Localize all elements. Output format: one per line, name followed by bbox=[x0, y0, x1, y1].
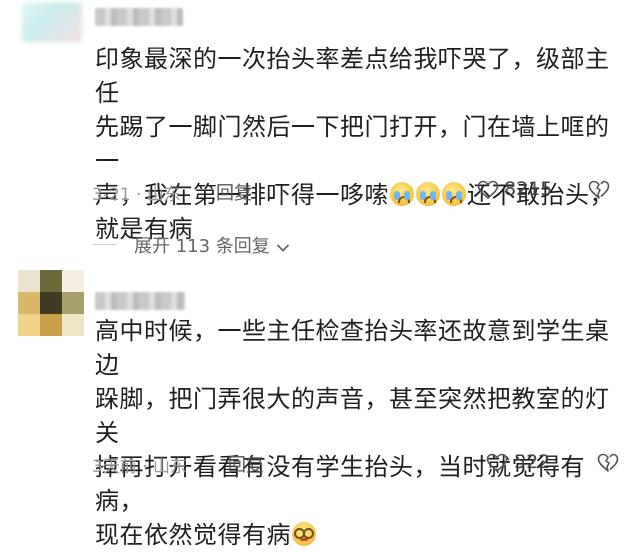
username[interactable] bbox=[95, 292, 185, 310]
crying-emoji bbox=[442, 182, 466, 206]
like-count: 8215 bbox=[504, 178, 553, 200]
username[interactable] bbox=[95, 8, 183, 26]
comment-date-location: 3天前 · 山东 bbox=[92, 457, 188, 477]
chevron-down-icon[interactable] bbox=[276, 238, 290, 252]
crying-emoji bbox=[416, 182, 440, 206]
heart-outline-icon[interactable] bbox=[477, 180, 499, 200]
divider bbox=[93, 244, 117, 245]
comment-text: 印象最深的一次抬头率差点给我吓哭了，级部主任 先踢了一脚门然后一下把门打开，门在… bbox=[95, 45, 614, 243]
reply-button[interactable]: 回复 bbox=[216, 179, 252, 205]
like-count: 522 bbox=[514, 451, 551, 473]
expand-replies-label[interactable]: 展开 113 条回复 bbox=[134, 232, 270, 258]
heart-outline-icon[interactable] bbox=[486, 453, 508, 473]
crying-emoji bbox=[390, 182, 414, 206]
avatar[interactable] bbox=[22, 2, 82, 42]
broken-heart-icon[interactable] bbox=[597, 453, 619, 473]
comment-date-location: 3-21 · 山东 bbox=[92, 185, 181, 205]
reply-button[interactable]: 回复 bbox=[228, 451, 264, 477]
dizzy-emoji bbox=[292, 522, 316, 546]
comment-text: 高中时候，一些主任检查抬头率还故意到学生桌边 跺脚，把门弄很大的声音，甚至突然把… bbox=[95, 317, 610, 549]
avatar[interactable] bbox=[18, 270, 84, 336]
broken-heart-icon[interactable] bbox=[588, 180, 610, 200]
